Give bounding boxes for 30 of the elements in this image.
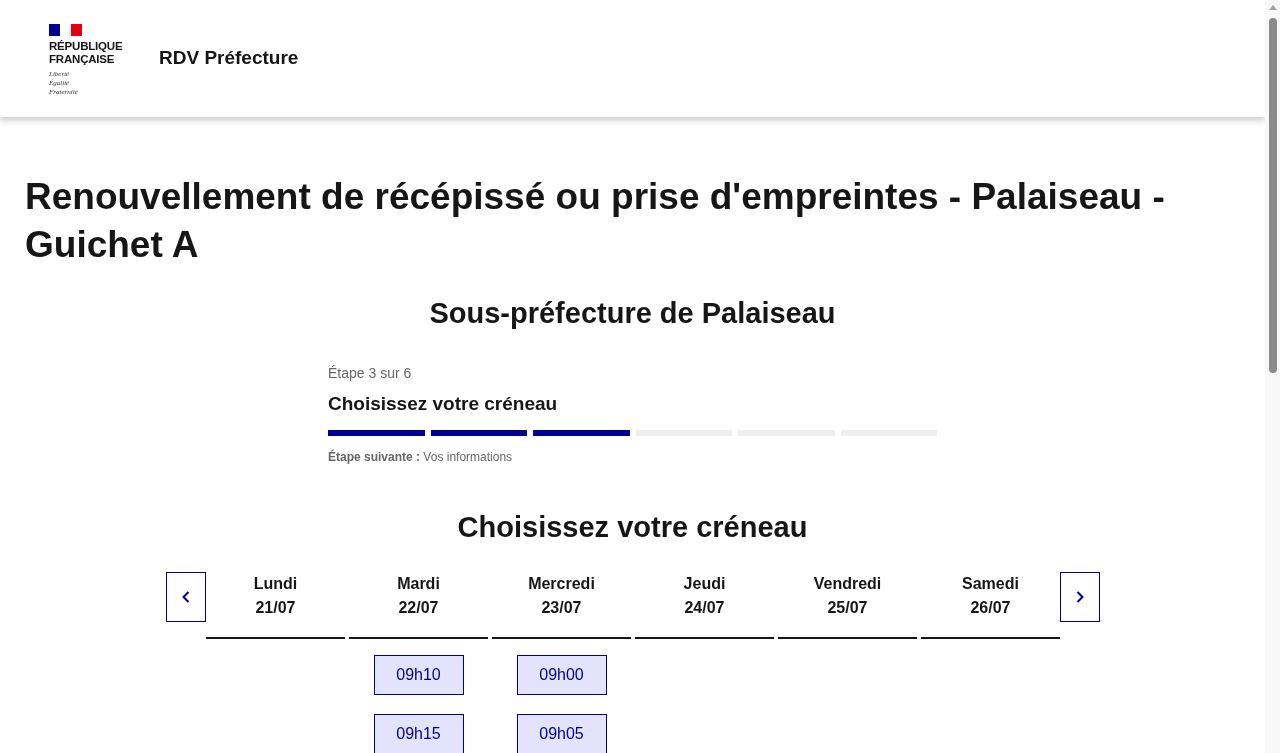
page-title: Renouvellement de récépissé ou prise d'empreintes - Palaiseau - Guichet A xyxy=(25,175,1166,267)
time-slot-button[interactable]: 09h15 xyxy=(373,714,464,753)
day-date: 22/07 xyxy=(398,598,439,618)
slot-picker-heading: Choisissez votre créneau xyxy=(456,510,809,545)
tricolor-flag-icon xyxy=(49,24,82,36)
day-date: 21/07 xyxy=(255,598,296,618)
day-name: Mercredi xyxy=(528,574,595,594)
day-name: Samedi xyxy=(962,574,1019,594)
day-date: 25/07 xyxy=(827,598,868,618)
day-name: Lundi xyxy=(253,574,298,594)
scrollbar-thumb[interactable] xyxy=(1268,18,1277,373)
day-date: 26/07 xyxy=(970,598,1011,618)
day-name: Vendredi xyxy=(813,574,882,594)
republic-brand-text: RÉPUBLIQUE FRANÇAISE xyxy=(49,40,123,66)
time-slot-button[interactable]: 09h05 xyxy=(516,714,607,753)
chevron-right-icon xyxy=(1076,591,1084,603)
site-name-heading: Sous-préfecture de Palaiseau xyxy=(428,296,837,331)
previous-week-button[interactable] xyxy=(166,572,206,622)
day-date: 23/07 xyxy=(541,598,582,618)
day-name: Jeudi xyxy=(683,574,726,594)
time-slot-button[interactable]: 09h00 xyxy=(516,655,607,695)
step-title: Choisissez votre créneau xyxy=(328,392,559,416)
next-week-button[interactable] xyxy=(1060,572,1100,622)
next-step-text: Étape suivante : Vos informations xyxy=(328,449,514,465)
time-slot-button[interactable]: 09h10 xyxy=(373,655,464,695)
service-name-link[interactable]: RDV Préfecture xyxy=(159,45,299,71)
step-counter: Étape 3 sur 6 xyxy=(328,364,413,383)
day-date: 24/07 xyxy=(684,598,725,618)
chevron-left-icon xyxy=(182,591,190,603)
day-name: Mardi xyxy=(397,574,440,594)
